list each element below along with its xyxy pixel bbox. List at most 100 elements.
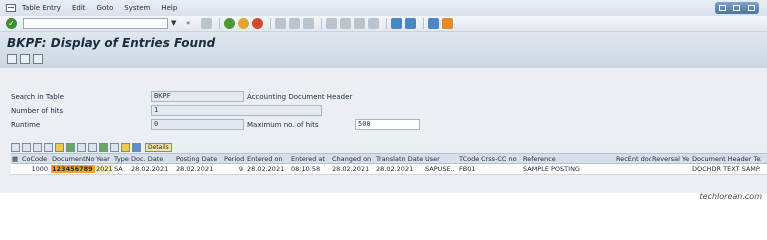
sap-window: Table Entry Edit Goto System Help ✓ ▼ « — [0, 0, 767, 205]
enter-icon[interactable]: ✓ — [6, 18, 17, 29]
export-icon[interactable] — [99, 143, 108, 152]
cell-entered-on[interactable]: 28.02.2021 — [246, 165, 290, 173]
filter-icon[interactable] — [55, 143, 64, 152]
column-header[interactable]: Document Header Text — [691, 155, 761, 163]
print-preview-icon[interactable] — [88, 143, 97, 152]
runtime-label: Runtime — [11, 121, 41, 129]
standard-toolbar: ✓ ▼ « — [0, 16, 767, 32]
column-header[interactable]: Posting Date — [175, 155, 223, 163]
cell-company-code[interactable]: 1000 — [21, 165, 51, 173]
column-header[interactable]: Entered on — [246, 155, 290, 163]
check-table-icon[interactable] — [20, 54, 30, 64]
column-header[interactable]: Doc. Date — [130, 155, 175, 163]
help-icon[interactable] — [428, 18, 439, 29]
back-icon[interactable] — [224, 18, 235, 29]
column-header[interactable]: Year — [95, 155, 113, 163]
new-session-icon[interactable] — [391, 18, 402, 29]
minimize-icon[interactable] — [718, 5, 726, 11]
close-icon[interactable] — [748, 5, 756, 11]
layout-icon[interactable] — [110, 143, 119, 152]
command-field[interactable] — [23, 18, 168, 29]
column-selector-icon[interactable]: ▦ — [11, 155, 21, 163]
previous-page-icon[interactable] — [340, 18, 351, 29]
maximize-icon[interactable] — [733, 5, 741, 11]
column-header[interactable]: Reversal — [651, 155, 681, 163]
info-icon[interactable] — [132, 143, 141, 152]
next-page-icon[interactable] — [354, 18, 365, 29]
toolbar-separator — [386, 18, 387, 29]
menu-bar: Table Entry Edit Goto System Help — [0, 0, 767, 16]
results-grid: Details ▦ CoCode DocumentNo Year Type Do… — [11, 142, 767, 180]
column-header[interactable]: Crss-CC no — [480, 155, 522, 163]
column-header[interactable]: DocumentNo — [51, 155, 95, 163]
subtotal-icon[interactable] — [77, 143, 86, 152]
cell-header-text[interactable]: DOCHDR TEXT SAMP... — [691, 165, 761, 173]
cell-type[interactable]: SA — [113, 165, 130, 173]
cell-year[interactable]: 2021 — [95, 165, 113, 173]
max-hits-label: Maximum no. of hits — [247, 121, 319, 129]
table-description: Accounting Document Header — [247, 93, 353, 101]
column-header[interactable]: Translatn Date — [375, 155, 424, 163]
column-header[interactable]: Reference — [522, 155, 615, 163]
toolbar-separator — [219, 18, 220, 29]
column-header[interactable]: Period — [223, 155, 246, 163]
watermark: techlorean.com — [699, 192, 762, 201]
menu-help[interactable]: Help — [161, 4, 177, 12]
cell-doc-date[interactable]: 28.02.2021 — [130, 165, 175, 173]
shortcut-icon[interactable] — [405, 18, 416, 29]
column-header[interactable]: Changed on — [331, 155, 375, 163]
cell-posting-date[interactable]: 28.02.2021 — [175, 165, 223, 173]
customize-layout-icon[interactable] — [442, 18, 453, 29]
table-row[interactable]: 1000 123456789 2021 SA 28.02.2021 28.02.… — [11, 164, 767, 175]
print-icon[interactable] — [275, 18, 286, 29]
sort-ascending-icon[interactable] — [22, 143, 31, 152]
first-page-icon[interactable] — [326, 18, 337, 29]
menu-goto[interactable]: Goto — [97, 4, 114, 12]
toolbar-separator — [270, 18, 271, 29]
column-header[interactable]: Entered at — [290, 155, 331, 163]
cell-reference[interactable]: SAMPLE POSTING — [522, 165, 615, 173]
refresh-icon[interactable] — [7, 54, 17, 64]
column-header[interactable]: RecEnt doc — [615, 155, 651, 163]
menu-table-entry[interactable]: Table Entry — [22, 4, 61, 12]
cell-document-number[interactable]: 123456789 — [51, 165, 95, 173]
find-next-icon[interactable] — [303, 18, 314, 29]
column-header[interactable]: CoCode — [21, 155, 51, 163]
details-button-label: Details — [148, 144, 169, 151]
cell-tcode[interactable]: FB01 — [458, 165, 480, 173]
cancel-icon[interactable] — [252, 18, 263, 29]
title-area: BKPF: Display of Entries Found — [0, 32, 767, 68]
menu-edit[interactable]: Edit — [72, 4, 86, 12]
system-menu-icon[interactable] — [6, 4, 16, 12]
details-button[interactable]: Details — [145, 143, 172, 152]
sort-descending-icon[interactable] — [33, 143, 42, 152]
max-hits-input[interactable]: 500 — [355, 119, 420, 130]
application-toolbar — [7, 54, 46, 64]
grid-settings-icon[interactable] — [33, 54, 43, 64]
last-page-icon[interactable] — [368, 18, 379, 29]
search-table-field: BKPF — [151, 91, 244, 102]
cell-user[interactable]: SAPUSE.. — [424, 165, 458, 173]
graphic-icon[interactable] — [121, 143, 130, 152]
sum-icon[interactable] — [66, 143, 75, 152]
exit-icon[interactable] — [238, 18, 249, 29]
double-chevron-left-icon[interactable]: « — [186, 18, 195, 29]
grid-header-row: ▦ CoCode DocumentNo Year Type Doc. Date … — [11, 153, 767, 164]
page-title: BKPF: Display of Entries Found — [7, 36, 216, 50]
toolbar-separator — [423, 18, 424, 29]
cell-entered-at[interactable]: 08:10:58 — [290, 165, 331, 173]
find-icon[interactable] — [44, 143, 53, 152]
column-header[interactable]: Ye — [681, 155, 691, 163]
menu-system[interactable]: System — [124, 4, 150, 12]
number-of-hits-label: Number of hits — [11, 107, 64, 115]
column-header[interactable]: Type — [113, 155, 130, 163]
cell-changed-on[interactable]: 28.02.2021 — [331, 165, 375, 173]
save-icon[interactable] — [201, 18, 212, 29]
column-header[interactable]: User — [424, 155, 458, 163]
find-icon[interactable] — [289, 18, 300, 29]
chevron-down-icon[interactable]: ▼ — [171, 18, 180, 29]
cell-period[interactable]: 9 — [223, 165, 246, 173]
column-header[interactable]: TCode — [458, 155, 480, 163]
cell-translation-date[interactable]: 28.02.2021 — [375, 165, 424, 173]
details-icon[interactable] — [11, 143, 20, 152]
